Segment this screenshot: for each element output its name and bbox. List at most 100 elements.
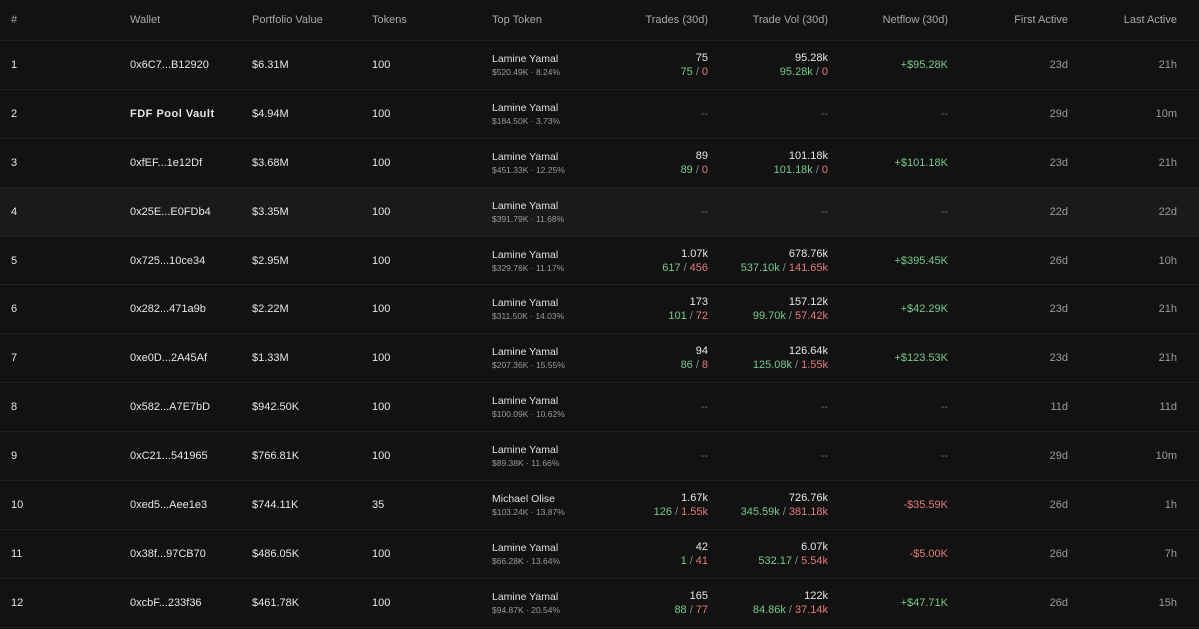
rank-cell: 11 bbox=[0, 548, 130, 560]
netflow-cell: -- bbox=[828, 450, 948, 462]
wallet-address-link[interactable]: 0x725...10ce34 bbox=[130, 255, 205, 267]
separator: / bbox=[689, 310, 693, 323]
portfolio-value: $2.22M bbox=[252, 303, 289, 316]
rank-cell: 7 bbox=[0, 352, 130, 364]
netflow-value: -- bbox=[940, 205, 948, 218]
header-tokens[interactable]: Tokens bbox=[372, 14, 492, 26]
wallet-address-link[interactable]: 0x25E...E0FDb4 bbox=[130, 206, 211, 218]
header-trade-vol[interactable]: Trade Vol (30d) bbox=[708, 14, 828, 26]
top-token-cell: Lamine Yamal $391.79K · 11.68% bbox=[492, 199, 612, 225]
header-netflow[interactable]: Netflow (30d) bbox=[828, 14, 948, 26]
tokens-cell: 100 bbox=[372, 597, 492, 609]
table-row[interactable]: 6 0x282...471a9b $2.22M 100 Lamine Yamal $311… bbox=[0, 285, 1199, 335]
wallet-address-link[interactable]: 0xe0D...2A45Af bbox=[130, 352, 207, 364]
trades-cell: -- bbox=[612, 206, 708, 218]
wallet-address-link[interactable]: 0x282...471a9b bbox=[130, 303, 206, 315]
portfolio-value: $3.68M bbox=[252, 156, 289, 169]
netflow-cell: +$95.28K bbox=[828, 59, 948, 71]
last-active-value: 10h bbox=[1158, 254, 1177, 267]
table-row[interactable]: 3 0xfEF...1e12Df $3.68M 100 Lamine Yamal $451… bbox=[0, 139, 1199, 188]
header-portfolio-value[interactable]: Portfolio Value bbox=[252, 14, 372, 26]
netflow-cell: -$5.00K bbox=[828, 548, 948, 560]
table-row[interactable]: 1 0x6C7...B12920 $6.31M 100 Lamine Yamal $520… bbox=[0, 41, 1199, 90]
trade-vol-cell: 6.07k 532.17/5.54k bbox=[708, 540, 828, 568]
top-token-value: $66.28K · 13.64% bbox=[492, 555, 561, 566]
netflow-value: -- bbox=[940, 450, 948, 463]
top-token-name[interactable]: Lamine Yamal bbox=[492, 394, 612, 408]
trade-vol-split: 345.59k/381.18k bbox=[708, 505, 828, 519]
separator: / bbox=[815, 65, 819, 78]
wallet-address-link[interactable]: 0x582...A7E7bD bbox=[130, 401, 210, 413]
header-wallet[interactable]: Wallet bbox=[130, 14, 252, 26]
portfolio-value: $6.31M bbox=[252, 58, 289, 71]
header-first-active[interactable]: First Active bbox=[948, 14, 1068, 26]
top-token-name[interactable]: Lamine Yamal bbox=[492, 199, 612, 213]
trade-vol-total: 122k bbox=[804, 589, 828, 602]
wallet-address-link[interactable]: 0x6C7...B12920 bbox=[130, 59, 209, 71]
first-active-cell: 23d bbox=[948, 157, 1068, 169]
top-token-name[interactable]: Michael Olise bbox=[492, 492, 612, 506]
trade-vol-buy: 95.28k bbox=[779, 65, 813, 78]
portfolio-value: $2.95M bbox=[252, 254, 289, 267]
top-token-name[interactable]: Lamine Yamal bbox=[492, 590, 612, 604]
top-token-name[interactable]: Lamine Yamal bbox=[492, 345, 612, 359]
header-trades[interactable]: Trades (30d) bbox=[612, 14, 708, 26]
tokens-cell: 100 bbox=[372, 255, 492, 267]
top-token-name[interactable]: Lamine Yamal bbox=[492, 296, 612, 310]
table-row[interactable]: 8 0x582...A7E7bD $942.50K 100 Lamine Yamal $1… bbox=[0, 383, 1199, 433]
top-token-name[interactable]: Lamine Yamal bbox=[492, 101, 612, 115]
trade-vol-cell: -- bbox=[708, 206, 828, 218]
rank-value: 5 bbox=[11, 254, 18, 267]
table-row[interactable]: 9 0xC21...541965 $766.81K 100 Lamine Yamal $8… bbox=[0, 432, 1199, 482]
last-active-cell: 7h bbox=[1068, 548, 1188, 560]
wallet-address-link[interactable]: 0x38f...97CB70 bbox=[130, 548, 206, 560]
top-token-name[interactable]: Lamine Yamal bbox=[492, 150, 612, 164]
trades-total: 1.67k bbox=[681, 491, 708, 504]
wallet-address-link[interactable]: 0xcbF...233f36 bbox=[130, 597, 202, 609]
top-token-name[interactable]: Lamine Yamal bbox=[492, 443, 612, 457]
table-row[interactable]: 2 FDF Pool Vault $4.94M 100 Lamine Yamal $184… bbox=[0, 90, 1199, 139]
portfolio-value-cell: $6.31M bbox=[252, 59, 372, 71]
wallet-cell: 0x282...471a9b bbox=[130, 303, 252, 315]
top-token-cell: Lamine Yamal $100.09K · 10.62% bbox=[492, 394, 612, 420]
separator: / bbox=[695, 65, 699, 78]
trade-vol-total: 157.12k bbox=[788, 296, 828, 309]
tokens-count: 100 bbox=[372, 596, 391, 609]
last-active-cell: 11d bbox=[1068, 401, 1188, 413]
first-active-cell: 29d bbox=[948, 108, 1068, 120]
tokens-count: 100 bbox=[372, 352, 391, 365]
tokens-count: 100 bbox=[372, 156, 391, 169]
portfolio-value-cell: $942.50K bbox=[252, 401, 372, 413]
wallet-address-link[interactable]: 0xC21...541965 bbox=[130, 450, 208, 462]
wallet-address-link[interactable]: 0xfEF...1e12Df bbox=[130, 157, 202, 169]
top-token-cell: Lamine Yamal $329.76K · 11.17% bbox=[492, 248, 612, 274]
header-last-active[interactable]: Last Active bbox=[1068, 14, 1188, 26]
portfolio-value: $1.33M bbox=[252, 352, 289, 365]
trade-vol-cell: -- bbox=[708, 450, 828, 462]
table-row[interactable]: 4 0x25E...E0FDb4 $3.35M 100 Lamine Yamal $391… bbox=[0, 187, 1199, 237]
last-active-cell: 21h bbox=[1068, 59, 1188, 71]
trades-sell: 72 bbox=[695, 310, 708, 323]
wallet-address-link[interactable]: 0xed5...Aee1e3 bbox=[130, 499, 207, 511]
first-active-value: 23d bbox=[1049, 352, 1068, 365]
table-row[interactable]: 10 0xed5...Aee1e3 $744.11K 35 Michael Olise $… bbox=[0, 481, 1199, 530]
table-row[interactable]: 11 0x38f...97CB70 $486.05K 100 Lamine Yamal $… bbox=[0, 530, 1199, 579]
trades-cell: -- bbox=[612, 450, 708, 462]
top-token-name[interactable]: Lamine Yamal bbox=[492, 52, 612, 66]
trade-vol-split: 101.18k/0 bbox=[708, 163, 828, 177]
table-row[interactable]: 12 0xcbF...233f36 $461.78K 100 Lamine Yamal $… bbox=[0, 579, 1199, 628]
top-token-name[interactable]: Lamine Yamal bbox=[492, 541, 612, 555]
top-token-cell: Michael Olise $103.24K · 13.87% bbox=[492, 492, 612, 518]
table-row[interactable]: 5 0x725...10ce34 $2.95M 100 Lamine Yamal $329… bbox=[0, 237, 1199, 286]
netflow-cell: +$101.18K bbox=[828, 157, 948, 169]
top-token-cell: Lamine Yamal $207.36K · 15.55% bbox=[492, 345, 612, 371]
header-rank[interactable]: # bbox=[0, 14, 130, 26]
table-row[interactable]: 7 0xe0D...2A45Af $1.33M 100 Lamine Yamal $207… bbox=[0, 334, 1199, 384]
header-top-token[interactable]: Top Token bbox=[492, 14, 612, 26]
first-active-cell: 26d bbox=[948, 597, 1068, 609]
netflow-value: +$42.29K bbox=[900, 303, 948, 316]
trades-split: 86/8 bbox=[612, 358, 708, 372]
top-token-name[interactable]: Lamine Yamal bbox=[492, 248, 612, 262]
wallet-address-link[interactable]: FDF Pool Vault bbox=[130, 108, 215, 120]
trades-buy: 89 bbox=[680, 163, 693, 176]
